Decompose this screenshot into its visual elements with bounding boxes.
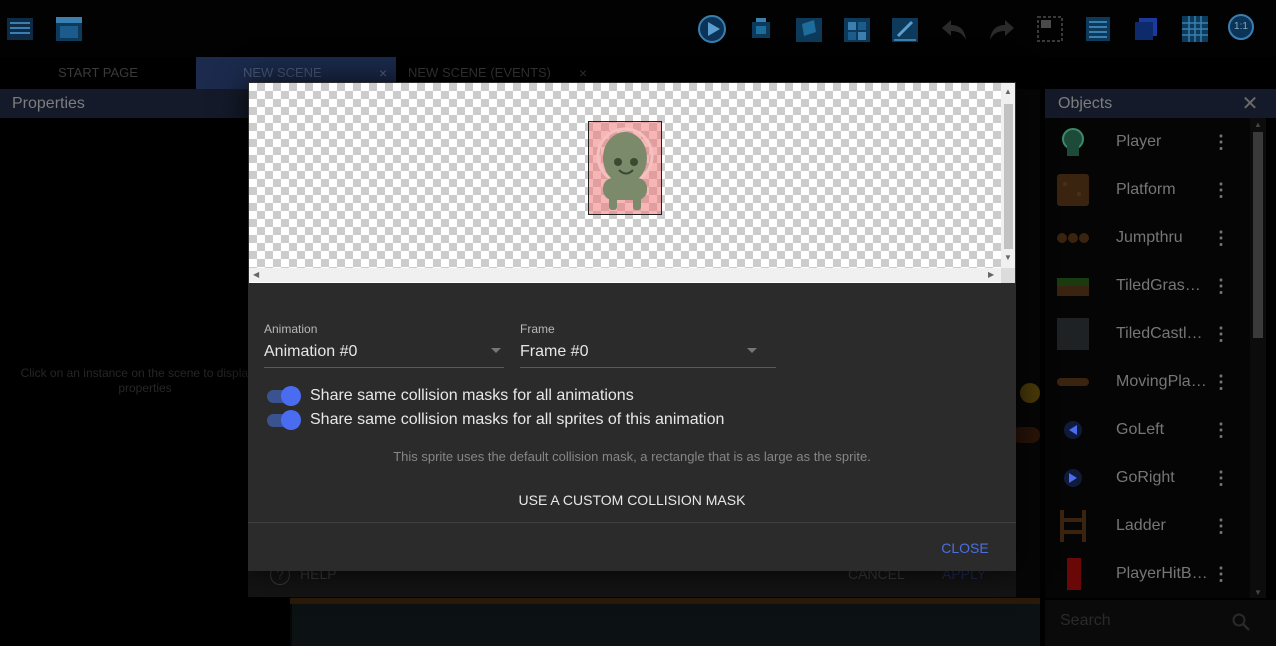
player-sprite-icon (596, 127, 654, 210)
ladder-thumb (1060, 510, 1086, 542)
scroll-down-icon[interactable]: ▼ (1004, 253, 1012, 263)
object-name: Player (1116, 133, 1162, 150)
moving-platform-sprite (1012, 427, 1040, 443)
animation-label: Animation (264, 322, 318, 336)
share-masks-all-sprites-toggle[interactable] (265, 410, 301, 430)
close-button[interactable]: CLOSE (936, 536, 994, 560)
object-name: PlayerHitBox (1116, 565, 1208, 582)
objects-list: Player ⋮ Platform ⋮ Jumpthru ⋮ TiledGras… (1045, 118, 1250, 598)
object-name: Platform (1116, 181, 1176, 198)
scene-window-icon[interactable] (54, 14, 84, 44)
more-vert-icon[interactable]: ⋮ (1211, 454, 1231, 502)
project-manager-icon[interactable] (5, 14, 35, 44)
list-item[interactable]: TiledGrassPlatform ⋮ (1045, 262, 1250, 310)
list-item[interactable]: TiledCastlePlatform ⋮ (1045, 310, 1250, 358)
animation-underline (264, 367, 504, 368)
more-vert-icon[interactable]: ⋮ (1211, 358, 1231, 406)
zoom-reset-icon[interactable]: 1:1 (1228, 14, 1254, 40)
more-vert-icon[interactable]: ⋮ (1211, 262, 1231, 310)
more-vert-icon[interactable]: ⋮ (1211, 502, 1231, 550)
frame-label: Frame (520, 322, 555, 336)
platform-thumb (1057, 174, 1089, 206)
scroll-right-icon[interactable]: ▶ (988, 270, 994, 280)
properties-panel-title: Properties (0, 89, 290, 118)
more-vert-icon[interactable]: ⋮ (1211, 406, 1231, 454)
more-vert-icon[interactable]: ⋮ (1211, 310, 1231, 358)
scrollbar-corner (1001, 268, 1015, 283)
jumpthru-thumb (1057, 233, 1089, 243)
redo-icon[interactable] (987, 14, 1017, 44)
player-hitbox-thumb (1067, 558, 1081, 590)
animation-select[interactable]: Animation #0 (264, 343, 357, 361)
object-name: GoLeft (1116, 421, 1165, 438)
object-name: GoRight (1116, 469, 1175, 486)
list-item[interactable]: Player ⋮ (1045, 118, 1250, 166)
sprite-image (588, 121, 662, 215)
grid-icon[interactable] (1180, 14, 1210, 44)
collision-mask-info: This sprite uses the default collision m… (393, 449, 871, 464)
close-icon[interactable]: ✕ (1240, 93, 1260, 115)
window-mask-icon[interactable] (1131, 14, 1161, 44)
use-custom-collision-mask-button[interactable]: USE A CUSTOM COLLISION MASK (500, 487, 764, 513)
list-item[interactable]: GoRight ⋮ (1045, 454, 1250, 502)
player-thumb (1062, 128, 1084, 156)
objects-panel-icon[interactable] (794, 14, 824, 44)
layers-icon[interactable] (1083, 14, 1113, 44)
list-item[interactable]: MovingPlatform ⋮ (1045, 358, 1250, 406)
more-vert-icon[interactable]: ⋮ (1211, 550, 1231, 598)
tiled-grass-thumb (1057, 278, 1089, 296)
object-name: TiledCastlePlatform (1116, 325, 1208, 342)
go-right-thumb (1064, 469, 1082, 487)
search-input[interactable]: Search (1060, 612, 1111, 630)
frame-underline (520, 367, 776, 368)
chevron-down-icon[interactable] (491, 348, 501, 353)
share-masks-all-animations-toggle[interactable] (265, 386, 301, 406)
list-item[interactable]: Jumpthru ⋮ (1045, 214, 1250, 262)
main-toolbar: 1:1 (0, 0, 1276, 57)
preview-play-icon[interactable] (697, 14, 727, 44)
properties-icon[interactable] (890, 14, 920, 44)
toggle-label: Share same collision masks for all anima… (310, 387, 634, 404)
tab-start-page[interactable]: START PAGE (0, 57, 196, 89)
list-item[interactable]: Platform ⋮ (1045, 166, 1250, 214)
object-name: Jumpthru (1116, 229, 1183, 246)
moving-platform-thumb (1057, 378, 1089, 386)
more-vert-icon[interactable]: ⋮ (1211, 166, 1231, 214)
scrollbar-thumb[interactable] (1004, 104, 1013, 249)
undo-icon[interactable] (939, 14, 969, 44)
instances-list-icon[interactable] (1035, 14, 1065, 44)
list-item[interactable]: PlayerHitBox ⋮ (1045, 550, 1250, 598)
go-left-thumb (1064, 421, 1082, 439)
scroll-down-icon[interactable]: ▼ (1254, 588, 1262, 598)
object-name: TiledGrassPlatform (1116, 277, 1208, 294)
scene-floor (292, 604, 1040, 646)
more-vert-icon[interactable]: ⋮ (1211, 214, 1231, 262)
chevron-down-icon[interactable] (747, 348, 757, 353)
tiled-castle-thumb (1057, 318, 1089, 350)
tab-label: START PAGE (58, 65, 138, 80)
frame-select[interactable]: Frame #0 (520, 343, 588, 361)
object-name: Ladder (1116, 517, 1166, 534)
properties-hint: Click on an instance on the scene to dis… (20, 366, 270, 395)
search-icon[interactable] (1231, 612, 1251, 632)
preview-horizontal-scrollbar[interactable]: ◀ ▶ (249, 268, 1001, 282)
toggle-label: Share same collision masks for all sprit… (310, 411, 725, 428)
dialog-divider (248, 522, 1016, 523)
list-item[interactable]: GoLeft ⋮ (1045, 406, 1250, 454)
scroll-up-icon[interactable]: ▲ (1004, 87, 1012, 97)
object-name: MovingPlatform (1116, 373, 1208, 390)
scroll-up-icon[interactable]: ▲ (1254, 120, 1262, 130)
scrollbar-thumb[interactable] (1253, 132, 1263, 338)
list-item[interactable]: Ladder ⋮ (1045, 502, 1250, 550)
object-groups-icon[interactable] (842, 14, 872, 44)
more-vert-icon[interactable]: ⋮ (1211, 118, 1231, 166)
scroll-left-icon[interactable]: ◀ (253, 270, 259, 280)
network-preview-icon[interactable] (746, 14, 776, 44)
coin-sprite (1020, 383, 1040, 403)
